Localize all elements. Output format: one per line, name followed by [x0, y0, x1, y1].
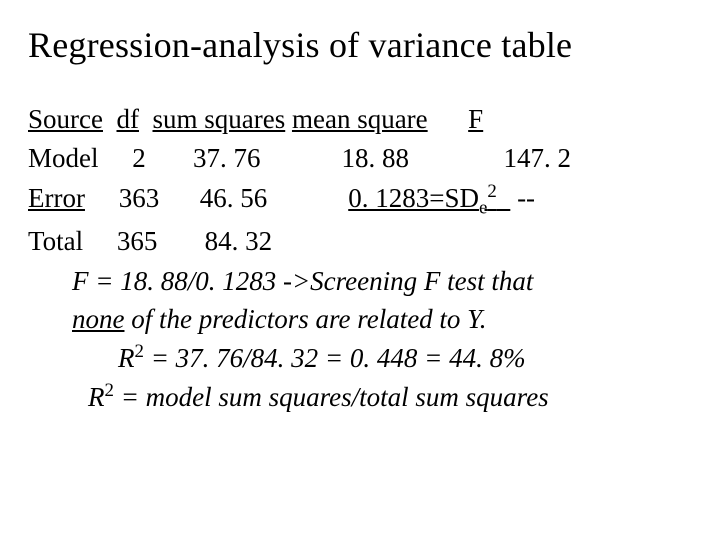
cell-f: 147. 2 [504, 143, 572, 173]
explain-line-3: R2 = 37. 76/84. 32 = 0. 448 = 44. 8% [28, 339, 692, 378]
col-ss: sum squares [152, 104, 285, 134]
explain-line-4: R2 = model sum squares/total sum squares [28, 378, 692, 417]
table-header-row: Source df sum squares mean square F [28, 100, 692, 139]
slide-title: Regression-analysis of variance table [28, 24, 692, 66]
table-row-model: Model 2 37. 76 18. 88 147. 2 [28, 139, 692, 178]
explain-line-2: none of the predictors are related to Y. [28, 301, 692, 339]
table-row-total: Total 365 84. 32 [28, 222, 692, 261]
cell-df: 365 [117, 226, 158, 256]
anova-table: Source df sum squares mean square F Mode… [28, 100, 692, 261]
cell-f: -- [517, 183, 535, 213]
cell-ss: 37. 76 [193, 143, 261, 173]
cell-df: 363 [119, 183, 160, 213]
col-df: df [116, 104, 139, 134]
cell-df: 2 [132, 143, 146, 173]
cell-label: Error [28, 183, 85, 213]
col-ms: mean square [292, 104, 428, 134]
table-row-error: Error 363 46. 56 0. 1283=SDe2 -- [28, 178, 692, 222]
col-f: F [468, 104, 483, 134]
cell-ss: 84. 32 [205, 226, 273, 256]
col-source: Source [28, 104, 103, 134]
explanation-block: F = 18. 88/0. 1283 ->Screening F test th… [28, 263, 692, 416]
cell-label: Total [28, 226, 83, 256]
cell-ms: 18. 88 [342, 143, 410, 173]
cell-ss: 46. 56 [200, 183, 268, 213]
explain-line-1: F = 18. 88/0. 1283 ->Screening F test th… [28, 263, 692, 301]
cell-label: Model [28, 143, 99, 173]
cell-ms: 0. 1283=SDe2 [348, 183, 510, 213]
